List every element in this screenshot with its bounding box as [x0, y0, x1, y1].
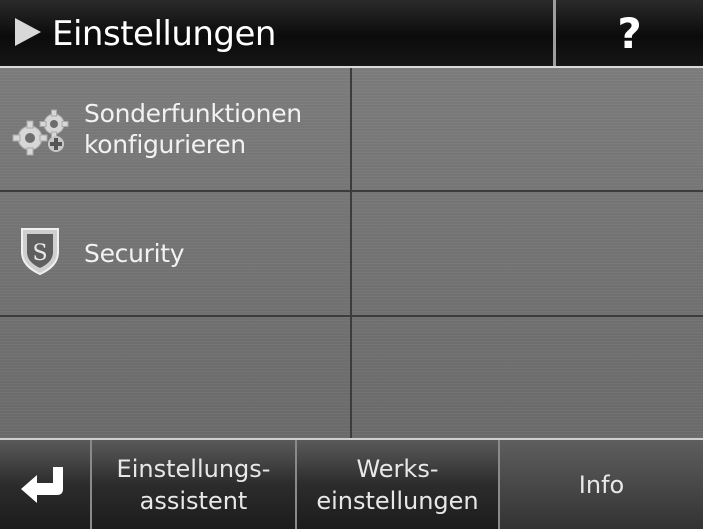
label-line-2: konfigurieren: [84, 130, 246, 159]
shield-icon: S: [21, 228, 59, 276]
gears-icon: [12, 109, 69, 156]
factory-settings-label: Werks- einstellungen: [316, 453, 478, 517]
menu-grid: Sonderfunktionen konfigurieren S Securit…: [0, 68, 703, 438]
label-line-1: Einstellungs-: [116, 454, 271, 483]
help-button[interactable]: ?: [556, 0, 703, 66]
menu-item-label: Sonderfunktionen konfigurieren: [84, 98, 302, 160]
screen: Einstellungen ? Sonderfunktionen konfigu…: [0, 0, 703, 529]
menu-item-label: Security: [84, 239, 185, 268]
svg-text:S: S: [32, 241, 47, 266]
header-bar: Einstellungen ?: [0, 0, 703, 68]
page-title: Einstellungen: [52, 14, 276, 54]
setup-assistant-label: Einstellungs- assistent: [117, 453, 271, 517]
factory-settings-button[interactable]: Werks- einstellungen: [295, 440, 498, 529]
menu-item-sonderfunktionen[interactable]: Sonderfunktionen konfigurieren: [0, 68, 350, 190]
grid-vertical-divider: [350, 68, 352, 438]
back-arrow-icon: [21, 466, 63, 503]
setup-assistant-button[interactable]: Einstellungs- assistent: [90, 440, 295, 529]
grid-divider-2: [0, 315, 703, 317]
info-button[interactable]: Info: [498, 440, 703, 529]
label-line-1: Sonderfunktionen: [84, 99, 302, 128]
menu-item-security[interactable]: S Security: [0, 192, 350, 315]
label-line-2: assistent: [139, 486, 248, 515]
footer-toolbar: Einstellungs- assistent Werks- einstellu…: [0, 438, 703, 529]
label-line-2: einstellungen: [316, 486, 479, 515]
info-label: Info: [578, 470, 625, 499]
back-button[interactable]: [0, 440, 90, 529]
label-line-1: Werks-: [356, 454, 439, 483]
play-arrow-icon: [15, 18, 41, 46]
